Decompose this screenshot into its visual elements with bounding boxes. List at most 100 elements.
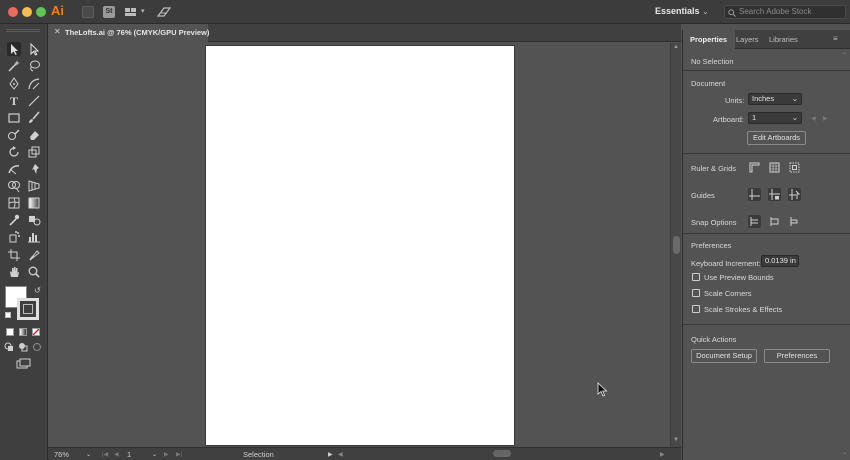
perspective-grid-tool-icon[interactable]: [27, 179, 41, 193]
artboard-tool-icon[interactable]: [7, 248, 21, 262]
paintbrush-tool-icon[interactable]: [27, 111, 41, 125]
magic-wand-tool-icon[interactable]: [7, 59, 21, 73]
scroll-right-icon[interactable]: ▶: [660, 451, 665, 458]
scrollbar-thumb[interactable]: [673, 236, 680, 254]
smart-guides-icon[interactable]: [788, 188, 801, 201]
panel-menu-icon[interactable]: ≡: [833, 34, 838, 43]
ruler-icon[interactable]: [748, 161, 761, 174]
tab-properties[interactable]: Properties: [690, 35, 727, 44]
edit-artboards-button[interactable]: Edit Artboards: [747, 131, 806, 145]
scroll-up-icon[interactable]: ▲: [673, 44, 679, 50]
snap-to-grid-icon[interactable]: [768, 215, 781, 228]
default-fill-stroke-icon[interactable]: [5, 312, 11, 318]
zoom-window-button[interactable]: [36, 7, 46, 17]
line-tool-icon[interactable]: [27, 94, 41, 108]
snap-to-pixel-icon[interactable]: [788, 215, 801, 228]
workspace-switcher[interactable]: Essentials: [655, 6, 700, 16]
eraser-tool-icon[interactable]: [27, 128, 41, 142]
draw-inside-icon[interactable]: [32, 342, 42, 352]
status-menu-icon[interactable]: ▶: [328, 451, 333, 458]
color-mode-icon[interactable]: [6, 328, 14, 336]
search-adobe-stock-input[interactable]: Search Adobe Stock: [724, 5, 846, 19]
arrange-documents-icon[interactable]: [124, 6, 138, 18]
preferences-button[interactable]: Preferences: [764, 349, 830, 363]
scale-corners-checkbox[interactable]: [692, 289, 700, 297]
scroll-up-icon[interactable]: ⌃: [842, 52, 847, 59]
change-screen-mode-icon[interactable]: [16, 358, 32, 372]
zoom-tool-icon[interactable]: [27, 265, 41, 279]
hand-tool-icon[interactable]: [7, 265, 21, 279]
grid-icon[interactable]: [768, 161, 781, 174]
panel-grip[interactable]: [6, 29, 40, 32]
scroll-down-icon[interactable]: ▼: [673, 437, 679, 443]
symbol-sprayer-tool-icon[interactable]: [7, 230, 21, 244]
stroke-swatch[interactable]: [17, 298, 39, 320]
keyboard-increment-input[interactable]: 0.0139 in: [761, 255, 799, 267]
draw-normal-icon[interactable]: [4, 342, 14, 352]
warp-tool-icon[interactable]: [7, 162, 21, 176]
lasso-tool-icon[interactable]: [27, 59, 41, 73]
last-artboard-icon[interactable]: ▶|: [176, 451, 182, 458]
chevron-down-icon[interactable]: ⌄: [702, 7, 709, 16]
puppet-warp-tool-icon[interactable]: [27, 162, 41, 176]
close-window-button[interactable]: [8, 7, 18, 17]
document-tab[interactable]: ✕ TheLofts.ai @ 76% (CMYK/GPU Preview): [48, 24, 209, 42]
rotate-tool-icon[interactable]: [7, 145, 21, 159]
tab-layers[interactable]: Layers: [736, 35, 759, 44]
column-graph-tool-icon[interactable]: [27, 230, 41, 244]
snap-to-point-icon[interactable]: [748, 215, 761, 228]
minimize-window-button[interactable]: [22, 7, 32, 17]
selection-tool-icon[interactable]: [7, 42, 21, 56]
swap-fill-stroke-icon[interactable]: ↺: [34, 286, 41, 295]
next-artboard-icon[interactable]: ▶: [823, 115, 828, 122]
gradient-mode-icon[interactable]: [19, 328, 27, 336]
slice-tool-icon[interactable]: [27, 248, 41, 262]
shape-builder-tool-icon[interactable]: [7, 179, 21, 193]
curvature-tool-icon[interactable]: [27, 77, 41, 91]
show-guides-icon[interactable]: [748, 188, 761, 201]
scroll-left-icon[interactable]: ◀: [338, 451, 343, 458]
zoom-level-field[interactable]: 76%: [54, 450, 69, 459]
status-tool-name[interactable]: Selection: [243, 450, 274, 459]
none-mode-icon[interactable]: [32, 328, 40, 336]
artboard-chevron-icon[interactable]: ⌄: [152, 451, 157, 458]
scale-strokes-effects-checkbox[interactable]: [692, 305, 700, 313]
bridge-icon[interactable]: [82, 6, 94, 18]
transparency-grid-icon[interactable]: [788, 161, 801, 174]
document-section-heading: Document: [691, 79, 726, 88]
canvas-vertical-scrollbar[interactable]: ▲ ▼: [670, 43, 681, 447]
use-preview-bounds-checkbox[interactable]: [692, 273, 700, 281]
close-tab-icon[interactable]: ✕: [54, 27, 61, 36]
scroll-down-icon[interactable]: ⌄: [842, 449, 847, 456]
tab-libraries[interactable]: Libraries: [769, 35, 798, 44]
panel-scrollbar[interactable]: ⌃ ⌄: [842, 49, 850, 460]
artboard-dropdown[interactable]: 1 ⌄: [748, 112, 802, 124]
zoom-chevron-icon[interactable]: ⌄: [86, 451, 91, 458]
previous-artboard-icon[interactable]: ◀: [811, 115, 816, 122]
mesh-tool-icon[interactable]: [7, 196, 21, 210]
horizontal-scrollbar-thumb[interactable]: [493, 450, 511, 457]
pen-tool-icon[interactable]: [7, 77, 21, 91]
previous-artboard-icon[interactable]: ◀: [114, 451, 119, 458]
first-artboard-icon[interactable]: |◀: [102, 451, 108, 458]
scale-tool-icon[interactable]: [27, 145, 41, 159]
artboard-number-field[interactable]: 1: [127, 450, 131, 459]
gpu-performance-icon[interactable]: [156, 6, 172, 18]
lock-guides-icon[interactable]: [768, 188, 781, 201]
blend-tool-icon[interactable]: [27, 213, 41, 227]
gradient-tool-icon[interactable]: [27, 196, 41, 210]
direct-selection-tool-icon[interactable]: [27, 42, 41, 56]
eyedropper-tool-icon[interactable]: [7, 213, 21, 227]
units-dropdown[interactable]: Inches ⌄: [748, 93, 802, 105]
document-setup-button[interactable]: Document Setup: [691, 349, 757, 363]
rectangle-tool-icon[interactable]: [7, 111, 21, 125]
canvas-area[interactable]: [48, 43, 670, 447]
chevron-down-icon[interactable]: ▾: [141, 7, 145, 15]
type-tool-icon[interactable]: T: [7, 94, 21, 108]
artboard[interactable]: [206, 46, 514, 445]
next-artboard-icon[interactable]: ▶: [164, 451, 169, 458]
ruler-grids-heading: Ruler & Grids: [691, 164, 737, 173]
stock-icon[interactable]: St: [103, 6, 115, 18]
shaper-tool-icon[interactable]: [7, 128, 21, 142]
draw-behind-icon[interactable]: [18, 342, 28, 352]
